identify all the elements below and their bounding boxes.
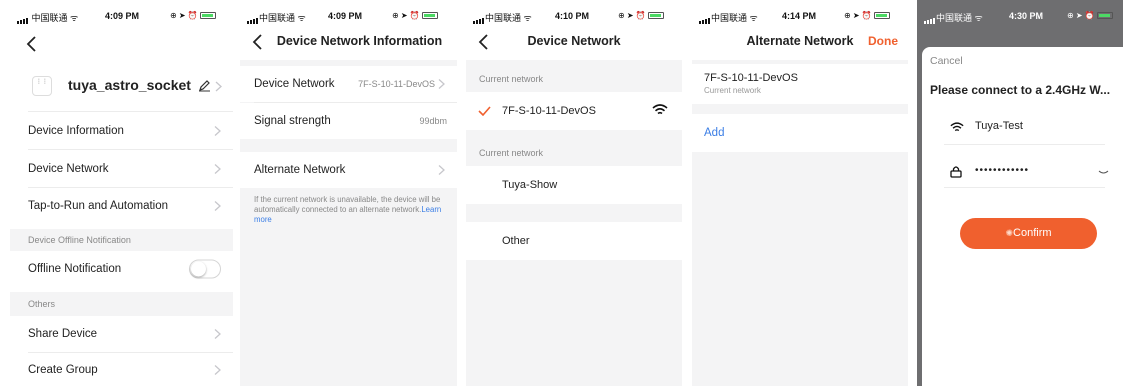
battery-icon bbox=[1096, 12, 1113, 20]
device-network-information-screen: 中国联通 ᯤ 4:09 PM ⊕ ➤ ⏰ Device Network Info… bbox=[240, 0, 457, 386]
chevron-right-icon bbox=[214, 163, 221, 174]
lock-icon bbox=[950, 166, 962, 178]
status-bar: 中国联通 ᯤ 4:10 PM ⊕ ➤ ⏰ bbox=[466, 0, 682, 30]
loading-spinner-icon: ✺ bbox=[1005, 228, 1014, 238]
device-header[interactable]: ⋮⋮ tuya_astro_socket bbox=[10, 65, 233, 107]
signal-bars-icon bbox=[924, 14, 936, 24]
signal-bars-icon bbox=[247, 14, 259, 24]
others-section-header: Others bbox=[10, 292, 233, 316]
status-time: 4:09 PM bbox=[328, 11, 363, 21]
device-settings-screen: 中国联通 ᯤ 4:09 PM ⊕ ➤ ⏰ ⋮⋮ tuya_astro_socke… bbox=[10, 0, 233, 386]
battery-icon bbox=[873, 12, 890, 20]
status-icons: ⊕ ➤ ⏰ bbox=[392, 11, 438, 20]
status-bar: 中国联通 ᯤ 4:09 PM ⊕ ➤ ⏰ bbox=[240, 0, 457, 30]
wifi-ssid[interactable]: Tuya-Test bbox=[975, 120, 1023, 132]
device-network-row[interactable]: Device Network 7F-S-10-11-DevOS bbox=[240, 66, 457, 102]
device-network-screen: 中国联通 ᯤ 4:10 PM ⊕ ➤ ⏰ Device Network Curr… bbox=[466, 0, 682, 386]
status-bar: 中国联通 ᯤ 4:14 PM ⊕ ➤ ⏰ bbox=[692, 0, 908, 30]
network-row-tuya-show[interactable]: Tuya-Show bbox=[466, 166, 682, 204]
eye-closed-icon[interactable] bbox=[1098, 170, 1109, 176]
device-network-value: 7F-S-10-11-DevOS bbox=[358, 79, 435, 89]
edit-pencil-icon[interactable] bbox=[198, 80, 212, 92]
offline-notification-toggle[interactable] bbox=[189, 259, 221, 279]
status-time: 4:09 PM bbox=[105, 11, 140, 21]
page-title: Device Network bbox=[527, 34, 621, 48]
chevron-right-icon bbox=[214, 125, 221, 136]
signal-strength-value: 99dbm bbox=[419, 116, 447, 126]
status-bar: 中国联通 ᯤ 4:30 PM ⊕ ➤ ⏰ bbox=[917, 0, 1123, 30]
alternate-network-item[interactable]: 7F-S-10-11-DevOS Current network bbox=[692, 64, 908, 104]
create-group-item[interactable]: Create Group bbox=[10, 353, 233, 386]
share-device-item[interactable]: Share Device bbox=[10, 316, 233, 352]
chevron-right-icon bbox=[215, 81, 222, 92]
chevron-right-icon bbox=[214, 329, 221, 339]
connect-heading: Please connect to a 2.4GHz W... bbox=[930, 83, 1111, 97]
alternate-network-row[interactable]: Alternate Network bbox=[240, 152, 457, 188]
nav-bar: Device Network Information bbox=[240, 30, 457, 60]
device-information-item[interactable]: Device Information bbox=[10, 112, 233, 149]
signal-bars-icon bbox=[473, 14, 485, 24]
signal-bars-icon bbox=[699, 14, 711, 24]
alternate-network-screen: 中国联通 ᯤ 4:14 PM ⊕ ➤ ⏰ Alternate Network D… bbox=[692, 0, 908, 386]
add-network-row[interactable]: Add bbox=[692, 114, 908, 152]
chevron-right-icon bbox=[438, 165, 445, 175]
alternate-network-note: If the current network is unavailable, t… bbox=[254, 195, 442, 224]
nav-bar: Alternate Network Done bbox=[692, 30, 908, 60]
nav-bar: Device Network bbox=[466, 30, 682, 60]
add-button[interactable]: Add bbox=[704, 127, 724, 139]
confirm-button[interactable]: ✺Confirm bbox=[960, 218, 1097, 249]
chevron-right-icon bbox=[214, 364, 221, 375]
wifi-icon bbox=[652, 104, 668, 115]
status-icons: ⊕ ➤ ⏰ bbox=[1067, 11, 1113, 20]
current-network-row[interactable]: 7F-S-10-11-DevOS bbox=[466, 92, 682, 130]
done-button[interactable]: Done bbox=[868, 34, 898, 48]
divider bbox=[944, 144, 1105, 145]
divider bbox=[944, 187, 1105, 188]
battery-icon bbox=[421, 12, 438, 20]
chevron-right-icon bbox=[214, 201, 221, 211]
status-time: 4:30 PM bbox=[1009, 11, 1044, 21]
back-chevron-icon[interactable] bbox=[24, 35, 40, 53]
page-title: Device Network Information bbox=[276, 34, 443, 48]
connect-wifi-screen: 中国联通 ᯤ 4:30 PM ⊕ ➤ ⏰ Cancel Please conne… bbox=[917, 0, 1123, 386]
chevron-right-icon bbox=[438, 79, 445, 89]
status-time: 4:10 PM bbox=[555, 11, 590, 21]
status-bar: 中国联通 ᯤ 4:09 PM ⊕ ➤ ⏰ bbox=[10, 0, 233, 30]
checkmark-icon bbox=[478, 106, 491, 116]
status-time: 4:14 PM bbox=[782, 11, 817, 21]
cancel-button[interactable]: Cancel bbox=[930, 55, 963, 67]
status-icons: ⊕ ➤ ⏰ bbox=[844, 11, 890, 20]
signal-bars-icon bbox=[17, 14, 29, 24]
battery-icon bbox=[647, 12, 664, 20]
connect-sheet: Cancel Please connect to a 2.4GHz W... T… bbox=[922, 47, 1123, 386]
device-network-item[interactable]: Device Network bbox=[10, 150, 233, 187]
network-list-header: Current network bbox=[466, 140, 682, 166]
status-icons: ⊕ ➤ ⏰ bbox=[618, 11, 664, 20]
current-network-header: Current network bbox=[466, 66, 682, 92]
carrier-label: 中国联通 ᯤ bbox=[17, 11, 78, 24]
signal-strength-row: Signal strength 99dbm bbox=[240, 103, 457, 139]
status-icons: ⊕ ➤ ⏰ bbox=[170, 11, 216, 20]
wifi-icon bbox=[950, 122, 964, 132]
battery-icon bbox=[199, 12, 216, 20]
offline-notification-row: Offline Notification bbox=[10, 251, 233, 287]
offline-section-header: Device Offline Notification bbox=[10, 229, 233, 251]
device-name: tuya_astro_socket bbox=[68, 77, 191, 93]
socket-icon: ⋮⋮ bbox=[32, 76, 52, 96]
password-field[interactable]: •••••••••••• bbox=[975, 165, 1029, 176]
other-network-row[interactable]: Other bbox=[466, 222, 682, 260]
tap-to-run-item[interactable]: Tap-to-Run and Automation bbox=[10, 188, 233, 224]
